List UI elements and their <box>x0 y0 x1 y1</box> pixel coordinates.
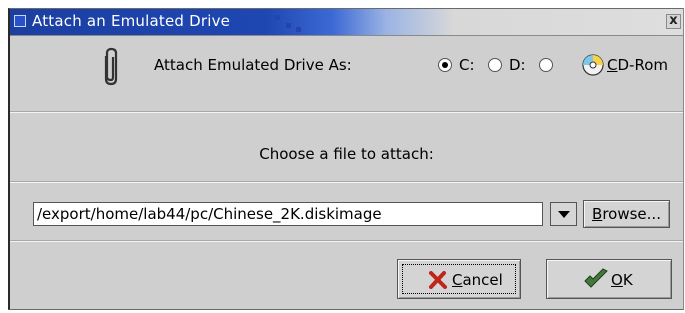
cancel-mnemonic: C <box>452 271 463 289</box>
radio-c-label[interactable]: C: <box>459 56 475 74</box>
titlebar-decor <box>286 23 291 28</box>
title-bar[interactable]: Attach an Emulated Drive x <box>10 9 683 36</box>
ok-label: OK <box>611 271 633 289</box>
dropdown-arrow-icon <box>558 211 570 218</box>
cd-rom-icon <box>582 54 604 76</box>
attach-drive-dialog: Attach an Emulated Drive x Attach Emulat… <box>8 8 684 310</box>
radio-cdrom-drive[interactable] <box>539 58 553 72</box>
close-button[interactable]: x <box>666 14 681 29</box>
separator <box>10 181 683 183</box>
file-history-dropdown[interactable] <box>550 202 577 226</box>
window-title: Attach an Emulated Drive <box>32 12 231 30</box>
cancel-x-icon <box>429 271 447 289</box>
browse-mnemonic: B <box>592 205 603 223</box>
ok-check-icon <box>584 268 608 288</box>
separator <box>10 111 683 113</box>
titlebar-decor <box>296 27 301 32</box>
window-menu-icon[interactable] <box>14 15 26 27</box>
browse-label-rest: rowse... <box>602 205 661 223</box>
cancel-button[interactable]: Cancel <box>397 259 521 299</box>
cancel-label: Cancel <box>452 271 503 289</box>
radio-d-drive[interactable] <box>488 58 502 72</box>
ok-mnemonic: O <box>611 271 623 289</box>
file-path-input[interactable]: /export/home/lab44/pc/Chinese_2K.diskima… <box>33 202 543 226</box>
ok-label-rest: K <box>622 271 633 289</box>
paperclip-icon <box>104 47 118 86</box>
cancel-label-rest: ancel <box>462 271 503 289</box>
titlebar-decor <box>275 15 280 20</box>
cdrom-mnemonic: C <box>607 56 618 74</box>
cdrom-label-rest: D-Rom <box>617 56 668 74</box>
separator <box>10 240 683 242</box>
radio-cdrom-label[interactable]: CD-Rom <box>607 56 668 74</box>
choose-file-label: Choose a file to attach: <box>259 145 434 163</box>
radio-c-drive[interactable] <box>438 58 452 72</box>
attach-as-label: Attach Emulated Drive As: <box>154 56 352 74</box>
radio-d-label[interactable]: D: <box>509 56 526 74</box>
browse-button[interactable]: Browse... <box>583 200 670 228</box>
ok-button[interactable]: OK <box>546 259 672 299</box>
close-icon: x <box>669 13 678 28</box>
